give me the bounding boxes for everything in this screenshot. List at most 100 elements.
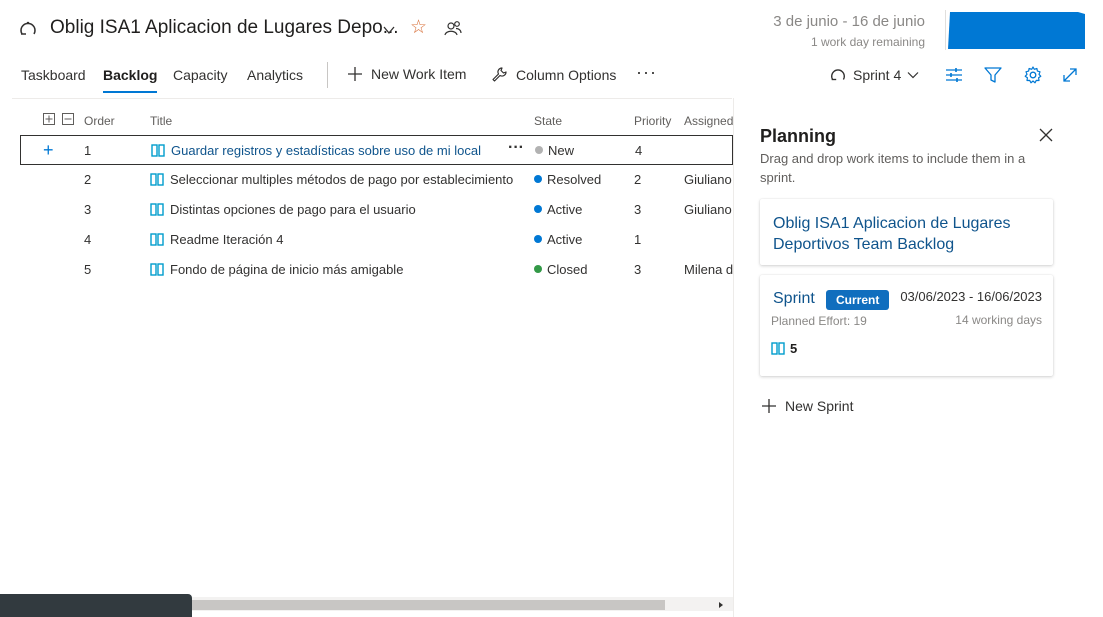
backlog-item-icon: [150, 173, 164, 186]
current-badge: Current: [826, 290, 890, 310]
row-state: Resolved: [534, 172, 601, 187]
close-icon[interactable]: [1038, 127, 1054, 143]
page-header: Oblig ISA1 Aplicacion de Lugares Depo...…: [0, 0, 1103, 58]
row-title[interactable]: Readme Iteración 4: [150, 232, 283, 247]
tab-backlog[interactable]: Backlog: [103, 67, 158, 93]
fullscreen-icon[interactable]: [1060, 65, 1080, 85]
taskbar-overlay: [0, 594, 192, 617]
sprint-item-count: 5: [771, 341, 797, 356]
collapse-all-button[interactable]: [62, 113, 74, 125]
expand-all-button[interactable]: [43, 113, 55, 125]
column-header-title[interactable]: Title: [150, 114, 172, 128]
add-child-icon[interactable]: +: [43, 141, 54, 159]
column-options-label: Column Options: [516, 66, 617, 83]
backlog-item-icon: [771, 342, 785, 355]
sprint-card[interactable]: Sprint Current 03/06/2023 - 16/06/2023 P…: [760, 275, 1053, 376]
table-row[interactable]: 2 Seleccionar multiples métodos de pago …: [20, 165, 733, 195]
row-assigned: Giuliano: [684, 172, 732, 187]
tab-analytics[interactable]: Analytics: [247, 67, 303, 91]
planning-panel: Planning Drag and drop work items to inc…: [733, 98, 1103, 617]
backlog-item-icon: [150, 263, 164, 276]
table-row[interactable]: 4 Readme Iteración 4 Active 1: [20, 225, 733, 255]
scroll-right-arrow-icon[interactable]: [716, 600, 726, 610]
row-state-text: Closed: [547, 262, 588, 277]
work-days-remaining: 1 work day remaining: [810, 35, 925, 49]
row-order: 1: [84, 143, 92, 158]
new-work-item-label: New Work Item: [371, 66, 467, 82]
row-title-text: Fondo de página de inicio más amigable: [170, 262, 404, 277]
state-dot: [534, 175, 542, 183]
burndown-chart[interactable]: [948, 12, 1085, 49]
table-row[interactable]: + 1 Guardar registros y estadísticas sob…: [20, 135, 733, 165]
planned-effort: Planned Effort: 19: [771, 314, 867, 328]
sprint-icon: [831, 69, 845, 81]
backlog-grid: Order Title State Priority Assigned + 1 …: [0, 105, 733, 595]
row-title[interactable]: Distintas opciones de pago para el usuar…: [150, 202, 416, 217]
state-dot: [534, 235, 542, 243]
backlog-item-icon: [150, 233, 164, 246]
new-work-item-button[interactable]: New Work Item: [347, 66, 466, 82]
row-priority: 1: [634, 232, 642, 247]
backlog-item-icon: [151, 144, 165, 157]
row-state-text: Active: [547, 232, 583, 247]
row-title[interactable]: Fondo de página de inicio más amigable: [150, 262, 403, 277]
backlog-item-icon: [150, 203, 164, 216]
team-backlog-card[interactable]: Oblig ISA1 Aplicacion de Lugares Deporti…: [760, 199, 1053, 265]
row-state: Active: [534, 232, 582, 247]
working-days: 14 working days: [955, 313, 1042, 327]
column-header-order[interactable]: Order: [84, 114, 115, 128]
row-priority: 4: [635, 143, 643, 158]
gear-icon[interactable]: [1023, 65, 1043, 85]
chevron-down-icon: [907, 72, 919, 79]
plus-icon: [45, 115, 53, 123]
wrench-icon: [492, 67, 507, 82]
row-state-text: New: [548, 143, 575, 158]
table-row[interactable]: 3 Distintas opciones de pago para el usu…: [20, 195, 733, 225]
page-title: Oblig ISA1 Aplicacion de Lugares Depo...: [50, 17, 399, 38]
toolbar-separator: [327, 62, 328, 88]
tab-capacity[interactable]: Capacity: [173, 67, 227, 91]
row-state: Closed: [534, 262, 587, 277]
row-priority: 3: [634, 202, 642, 217]
sprint-selector[interactable]: Sprint 4: [829, 66, 919, 84]
state-dot: [534, 205, 542, 213]
row-order: 4: [84, 232, 92, 247]
row-title[interactable]: Seleccionar multiples métodos de pago po…: [150, 172, 513, 187]
row-assigned: Giuliano: [684, 202, 732, 217]
filter-icon[interactable]: [983, 65, 1003, 85]
row-state-text: Resolved: [547, 172, 602, 187]
minus-icon: [64, 118, 72, 120]
column-options-button[interactable]: Column Options: [491, 66, 616, 83]
sprint-dates: 03/06/2023 - 16/06/2023: [900, 289, 1042, 304]
view-options-icon[interactable]: [944, 65, 964, 85]
toolbar: Taskboard Backlog Capacity Analytics New…: [0, 58, 1103, 98]
team-members-icon[interactable]: [444, 19, 462, 37]
row-priority: 3: [634, 262, 642, 277]
sprint-date-range: 3 de junio - 16 de junio: [773, 13, 925, 30]
new-sprint-button[interactable]: New Sprint: [761, 398, 853, 414]
row-order: 2: [84, 172, 92, 187]
tab-taskboard[interactable]: Taskboard: [21, 67, 86, 91]
chevron-down-icon[interactable]: [382, 23, 396, 37]
row-priority: 2: [634, 172, 642, 187]
row-order: 3: [84, 202, 92, 217]
row-order: 5: [84, 262, 92, 277]
row-assigned: Milena d: [684, 262, 733, 277]
row-title-text: Readme Iteración 4: [170, 232, 284, 247]
column-header-priority[interactable]: Priority: [634, 114, 671, 128]
sprint-selector-label: Sprint 4: [853, 67, 902, 83]
row-title[interactable]: Guardar registros y estadísticas sobre u…: [151, 143, 481, 158]
more-actions-button[interactable]: ···: [636, 62, 657, 83]
column-header-state[interactable]: State: [534, 114, 562, 128]
team-backlog-link[interactable]: Oblig ISA1 Aplicacion de Lugares Deporti…: [773, 213, 1043, 255]
planning-title: Planning: [760, 126, 836, 146]
row-state: Active: [534, 202, 582, 217]
row-state-text: Active: [547, 202, 583, 217]
sprint-link[interactable]: Sprint: [773, 290, 815, 308]
column-header-assigned[interactable]: Assigned: [684, 114, 733, 128]
scrollbar-thumb[interactable]: [192, 600, 665, 610]
row-title-text: Distintas opciones de pago para el usuar…: [170, 202, 416, 217]
row-more-actions-button[interactable]: ···: [508, 139, 524, 157]
table-row[interactable]: 5 Fondo de página de inicio más amigable…: [20, 255, 733, 285]
favorite-star-icon[interactable]: ☆: [410, 18, 427, 37]
